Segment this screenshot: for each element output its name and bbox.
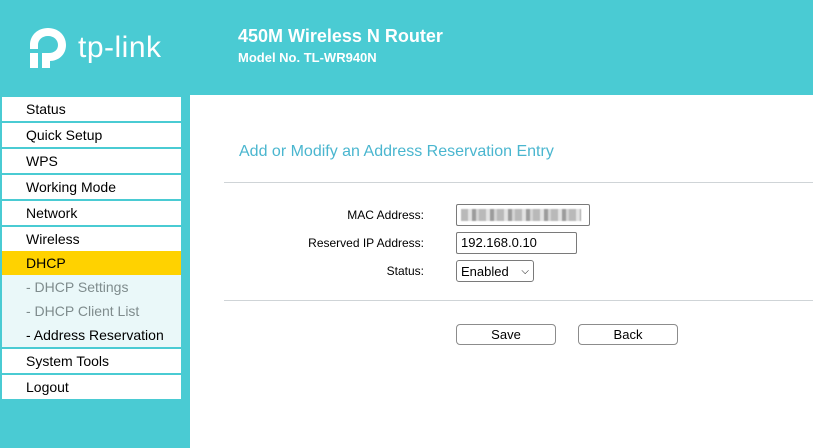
logo-wordmark: tp-link (78, 31, 162, 64)
page-title: Add or Modify an Address Reservation Ent… (239, 143, 554, 160)
tp-link-logo-icon (30, 28, 66, 68)
sidebar-subitem-address-reservation[interactable]: - Address Reservation (2, 323, 181, 347)
sidebar-item-network[interactable]: Network (2, 201, 181, 225)
sidebar-subitem-dhcp-settings[interactable]: - DHCP Settings (2, 275, 181, 299)
header: tp-link 450M Wireless N Router Model No.… (0, 0, 813, 95)
status-select[interactable]: Enabled ⌵ (456, 260, 534, 282)
save-button[interactable]: Save (456, 324, 556, 345)
sidebar-item-dhcp[interactable]: DHCP (2, 251, 181, 275)
sidebar-item-logout[interactable]: Logout (2, 375, 181, 399)
reserved-ip-label: Reserved IP Address: (308, 236, 424, 250)
status-label: Status: (386, 264, 424, 278)
tp-link-logo: tp-link (24, 24, 162, 72)
main-content: Add or Modify an Address Reservation Ent… (190, 95, 813, 448)
mac-address-input[interactable] (456, 204, 590, 226)
sidebar-item-system-tools[interactable]: System Tools (2, 349, 181, 373)
sidebar-item-status[interactable]: Status (2, 97, 181, 121)
divider-bottom (224, 300, 813, 301)
status-select-value: Enabled (461, 263, 509, 279)
chevron-down-icon: ⌵ (521, 265, 529, 277)
mac-address-redacted (461, 209, 581, 221)
sidebar-item-working-mode[interactable]: Working Mode (2, 175, 181, 199)
router-title: 450M Wireless N Router (238, 26, 443, 46)
mac-address-label: MAC Address: (347, 208, 424, 222)
reserved-ip-input[interactable]: 192.168.0.10 (456, 232, 577, 254)
back-button[interactable]: Back (578, 324, 678, 345)
model-number: Model No. TL-WR940N (238, 50, 377, 65)
divider-top (224, 182, 813, 183)
sidebar-item-quick-setup[interactable]: Quick Setup (2, 123, 181, 147)
sidebar-item-wps[interactable]: WPS (2, 149, 181, 173)
sidebar-subitem-dhcp-client-list[interactable]: - DHCP Client List (2, 299, 181, 323)
sidebar-item-wireless[interactable]: Wireless (2, 227, 181, 251)
sidebar: Status Quick Setup WPS Working Mode Netw… (0, 95, 183, 448)
